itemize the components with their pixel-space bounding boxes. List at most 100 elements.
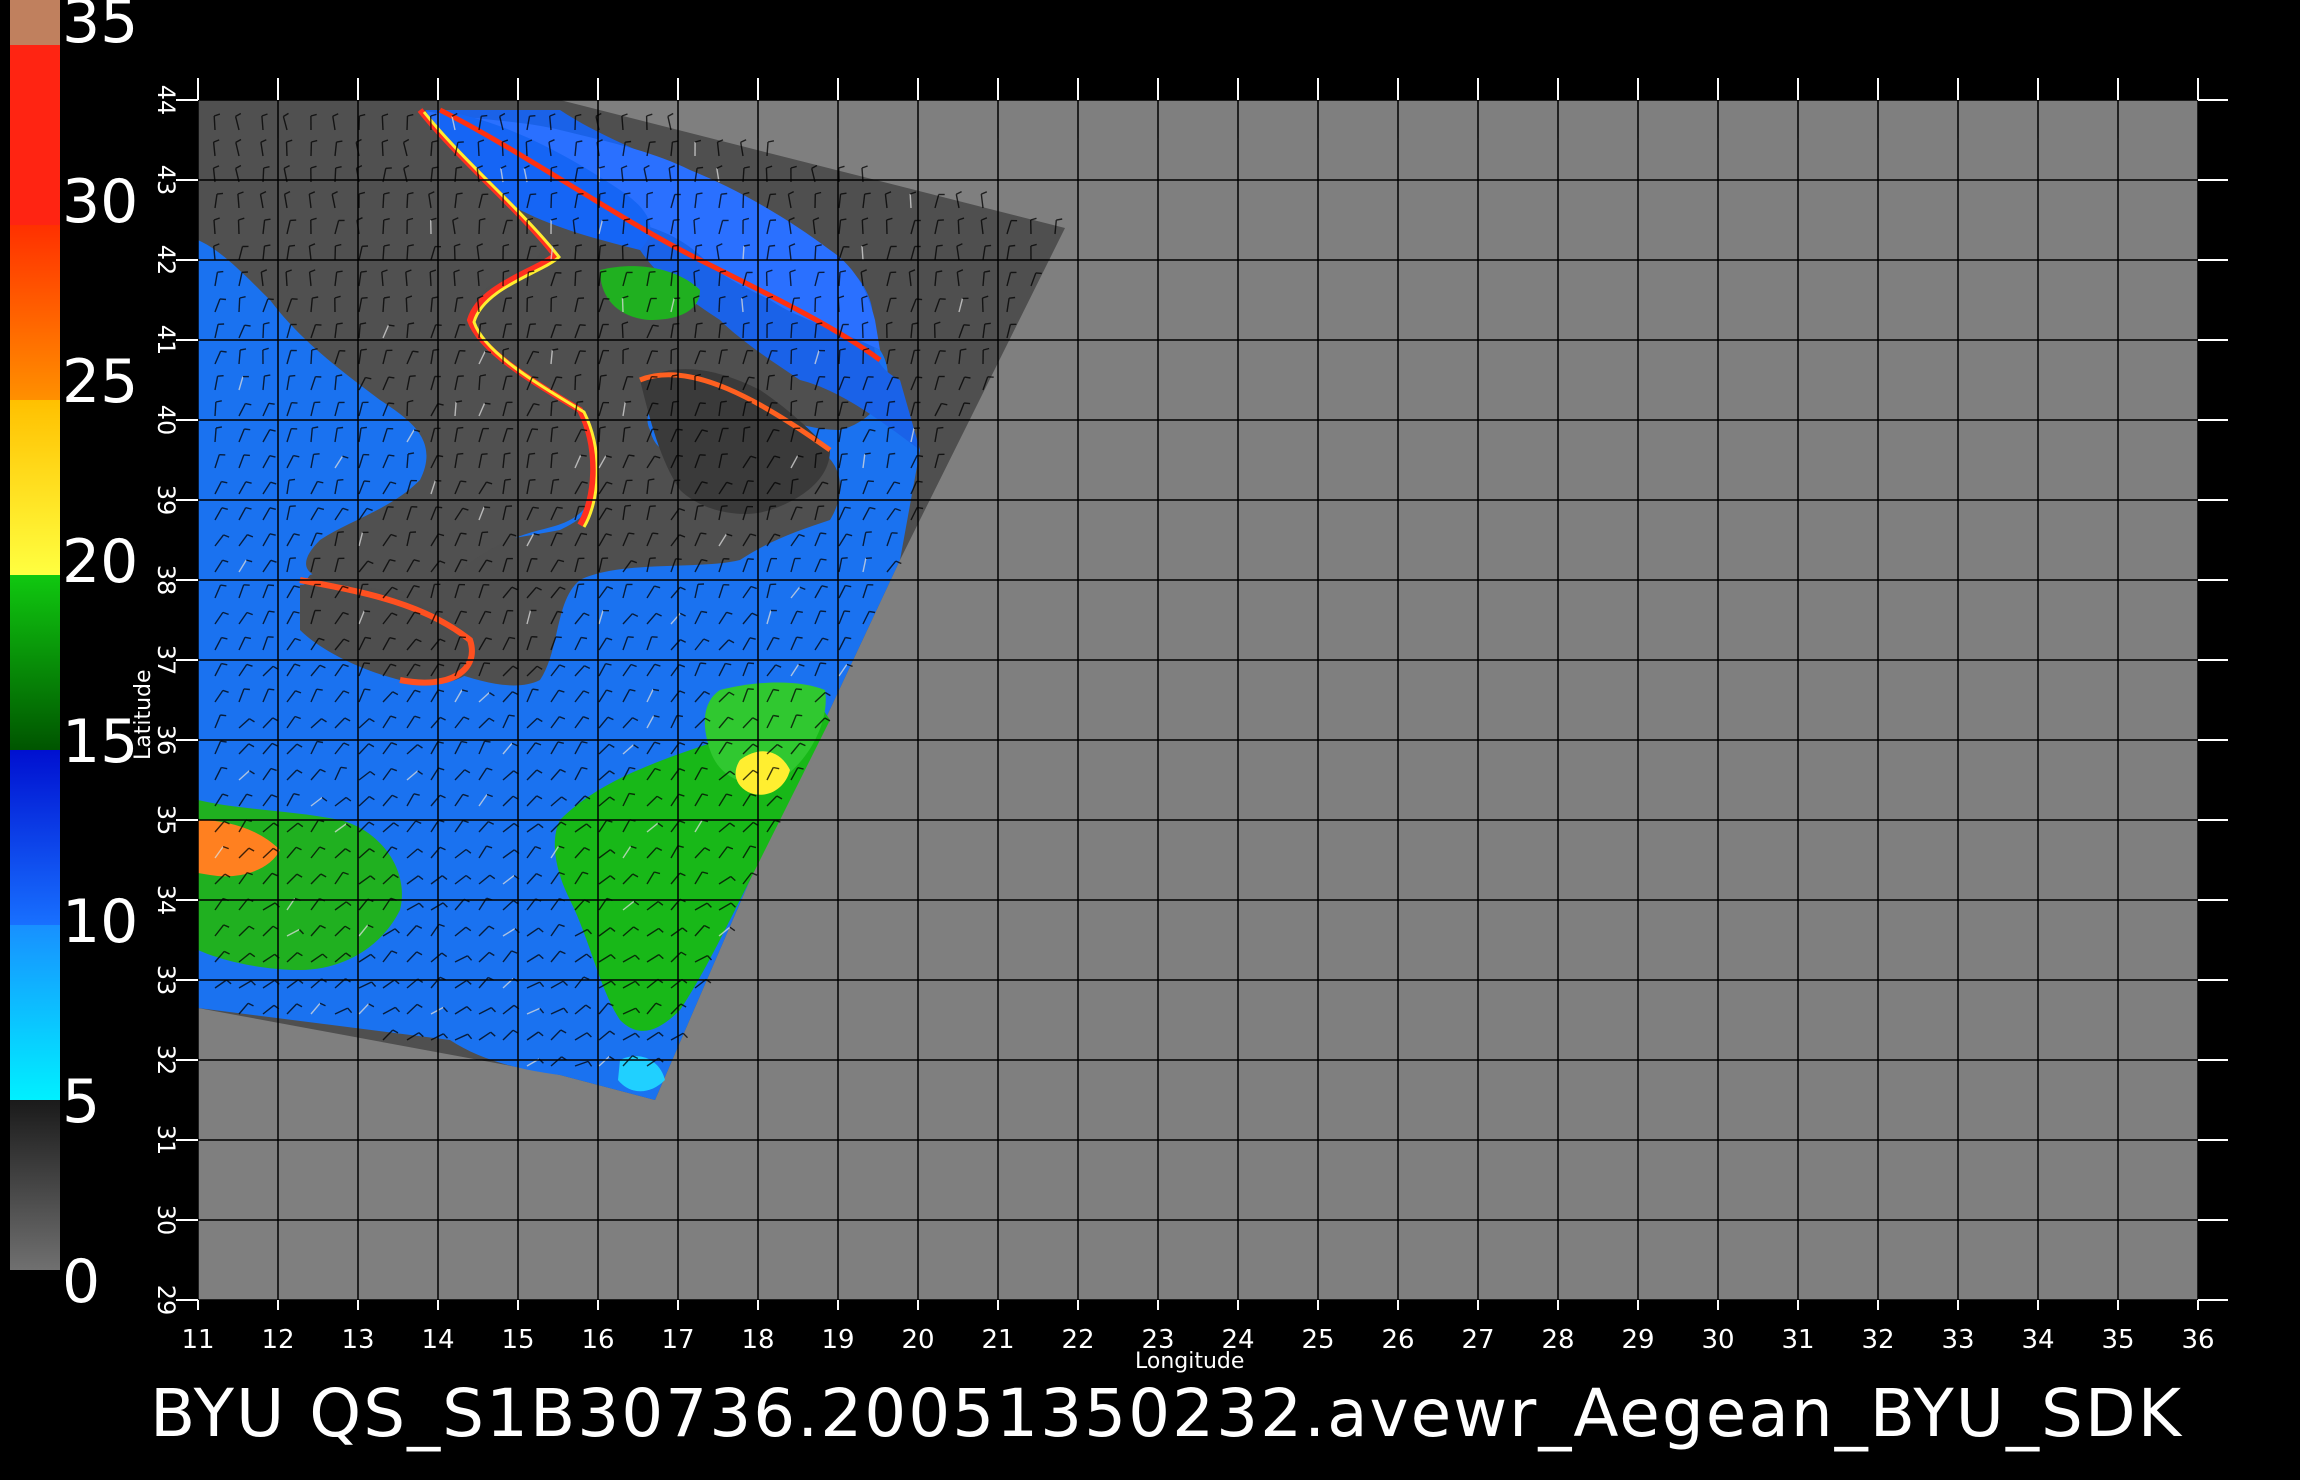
scatterometer-wind-map: 0 5 10 15 20 25 30 35 11 12 13 14 15 16 … (10, 0, 2228, 1452)
wind-barb-flag (529, 115, 536, 117)
wind-barb-flag (460, 610, 467, 613)
wind-barb-flag (867, 480, 874, 483)
wind-barb-flag (720, 400, 727, 403)
wind-barb-flag (652, 402, 659, 405)
wind-barb (790, 323, 793, 339)
wind-barb-flag (532, 350, 540, 354)
wind-barb-flag (219, 298, 227, 301)
scale-label-35: 35 (62, 0, 138, 57)
x-tick-label: 12 (261, 1325, 294, 1355)
wind-barb-flag (220, 714, 227, 717)
wind-barb-flag (796, 714, 803, 717)
wind-barb-flag (268, 402, 275, 405)
wind-barb-flag (627, 636, 634, 638)
x-tick-label: 25 (1301, 1325, 1334, 1355)
wind-barb-flag (840, 218, 847, 221)
y-tick-label: 32 (152, 1045, 180, 1076)
wind-barb (285, 271, 288, 287)
wind-barb-flag (529, 479, 536, 481)
scale-label-15: 15 (62, 707, 138, 777)
wind-barb-flag (556, 532, 563, 535)
wind-barb-flag (841, 557, 848, 559)
wind-barb-flag (460, 480, 467, 483)
scale-label-20: 20 (62, 527, 138, 597)
wind-barb-flag (841, 478, 848, 481)
wind-barb-flag (409, 375, 416, 377)
wind-barb-flag (508, 714, 515, 717)
wind-barb-flag (268, 610, 275, 613)
wind-barb-flag (721, 192, 728, 195)
x-tick-label: 29 (1621, 1325, 1654, 1355)
wind-barb (909, 193, 912, 209)
wind-barb (621, 297, 624, 313)
wind-barb (237, 219, 240, 235)
wind-barb-flag (652, 428, 659, 431)
wind-barb-flag (579, 324, 586, 326)
x-tick-label: 20 (901, 1325, 934, 1355)
y-tick-label: 39 (152, 485, 180, 516)
wind-barb (381, 115, 384, 131)
wind-barb-flag (721, 349, 728, 351)
wind-barb-flag (580, 454, 587, 457)
wind-barb (382, 297, 385, 313)
scale-label-30: 30 (62, 167, 138, 237)
wind-barb (453, 245, 456, 261)
wind-barb-flag (963, 324, 970, 326)
wind-barb-flag (796, 610, 803, 613)
wind-barb (621, 245, 624, 261)
wind-barb (406, 115, 409, 131)
wind-barb-flag (364, 688, 371, 691)
y-tick-label: 29 (152, 1285, 180, 1316)
wind-barb-flag (696, 192, 703, 195)
wind-barb (430, 141, 433, 157)
wind-barb-flag (964, 402, 971, 405)
y-tick-label: 40 (152, 405, 180, 436)
wind-barb-flag (964, 376, 971, 379)
wind-barb-flag (651, 350, 658, 353)
y-tick-label: 33 (152, 965, 180, 996)
wind-barb-flag (577, 193, 584, 195)
wind-barb-flag (1035, 272, 1042, 275)
wind-barb-flag (243, 454, 250, 457)
wind-barb-flag (796, 506, 803, 509)
y-tick-label: 43 (152, 165, 180, 196)
wind-barb (238, 297, 241, 313)
wind-barb-flag (504, 452, 511, 455)
wind-barb-flag (316, 532, 323, 535)
scale-label-5: 5 (62, 1067, 100, 1137)
wind-barb-flag (289, 244, 296, 247)
wind-barb-flag (720, 322, 727, 325)
wind-barb-flag (457, 296, 464, 299)
wind-barb-flag (649, 271, 656, 273)
wind-barb-flag (699, 402, 706, 405)
wind-barb-flag (820, 662, 827, 665)
wind-barb-flag (340, 766, 347, 769)
wind-barb-flag (220, 740, 227, 743)
x-tick-label: 32 (1861, 1325, 1894, 1355)
wind-barb (478, 219, 481, 235)
wind-barb-flag (481, 453, 488, 455)
wind-barb-flag (844, 610, 851, 613)
wind-barb (861, 323, 864, 339)
wind-barb-flag (337, 531, 344, 533)
wind-barb-flag (364, 610, 371, 613)
wind-barb (861, 219, 864, 235)
wind-barb (574, 271, 577, 287)
wind-barb-flag (460, 662, 467, 665)
x-tick-label: 22 (1061, 1325, 1094, 1355)
y-tick-label: 42 (152, 245, 180, 276)
wind-barb-flag (937, 426, 944, 429)
wind-barb-flag (388, 454, 395, 457)
wind-barb (598, 193, 601, 209)
wind-barb (598, 427, 601, 443)
wind-barb-flag (244, 428, 251, 431)
wind-barb-flag (628, 532, 635, 535)
x-tick-label: 30 (1701, 1325, 1734, 1355)
wind-barb-flag (844, 376, 851, 379)
wind-barb-flag (600, 374, 607, 377)
wind-barb-flag (792, 478, 799, 481)
wind-barb (405, 297, 408, 313)
wind-barb-flag (264, 244, 271, 247)
wind-barb-flag (553, 478, 560, 481)
wind-barb-flag (889, 400, 896, 403)
